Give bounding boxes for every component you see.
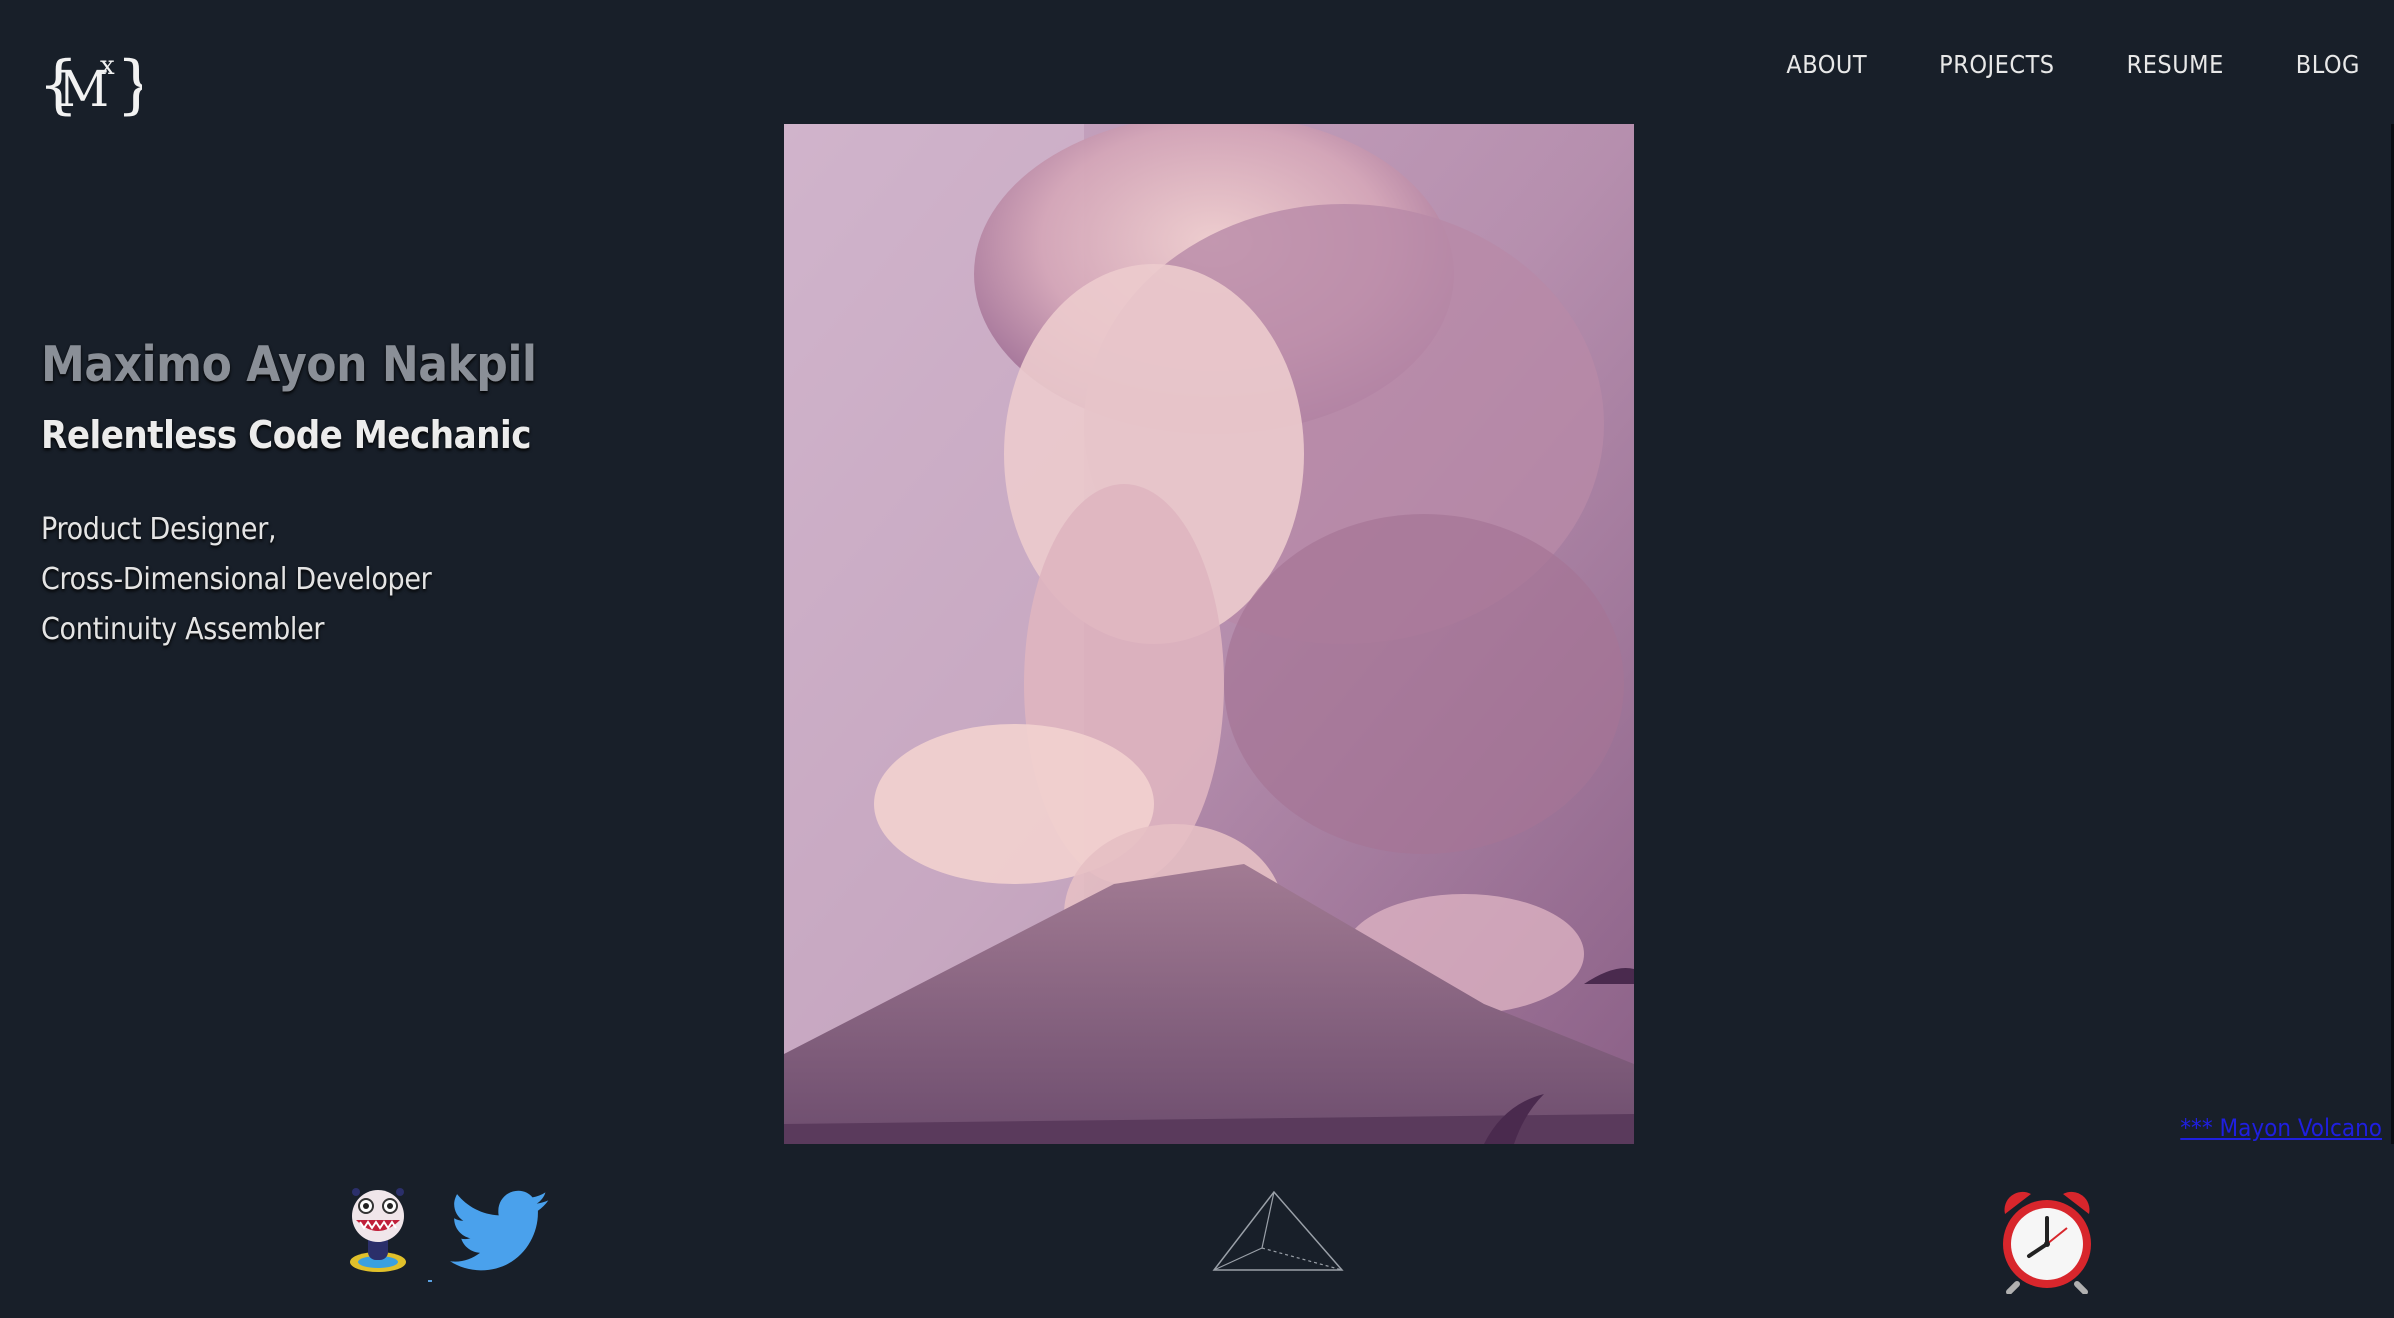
nav-resume-link[interactable]: RESUME — [2127, 50, 2224, 79]
site-logo[interactable]: { M x } — [38, 44, 157, 122]
roles-list: Product Designer, Cross-Dimensional Deve… — [41, 505, 537, 655]
role-item: Product Designer, — [41, 512, 277, 547]
alarm-clock-icon[interactable] — [1995, 1186, 2099, 1295]
svg-text:}: } — [116, 48, 142, 122]
divider-dot — [428, 1280, 432, 1282]
tagline: Relentless Code Mechanic — [41, 413, 531, 457]
role-item: Continuity Assembler — [41, 612, 325, 647]
volcano-photo — [784, 114, 1634, 1144]
svg-text:x: x — [100, 51, 115, 81]
intro-section: Maximo Ayon Nakpil Relentless Code Mecha… — [41, 336, 537, 655]
main-nav: ABOUT PROJECTS RESUME BLOG — [1786, 50, 2360, 79]
pyramid-icon[interactable] — [1212, 1188, 1344, 1274]
person-name: Maximo Ayon Nakpil — [41, 336, 537, 393]
twitter-icon[interactable] — [450, 1190, 550, 1274]
role-item: Cross-Dimensional Developer — [41, 562, 432, 597]
photo-caption-link[interactable]: *** Mayon Volcano — [2180, 1114, 2382, 1142]
nav-projects-link[interactable]: PROJECTS — [1939, 50, 2054, 79]
nav-blog-link[interactable]: BLOG — [2296, 50, 2360, 79]
nav-about-link[interactable]: ABOUT — [1786, 50, 1867, 79]
monster-icon[interactable] — [346, 1186, 410, 1276]
